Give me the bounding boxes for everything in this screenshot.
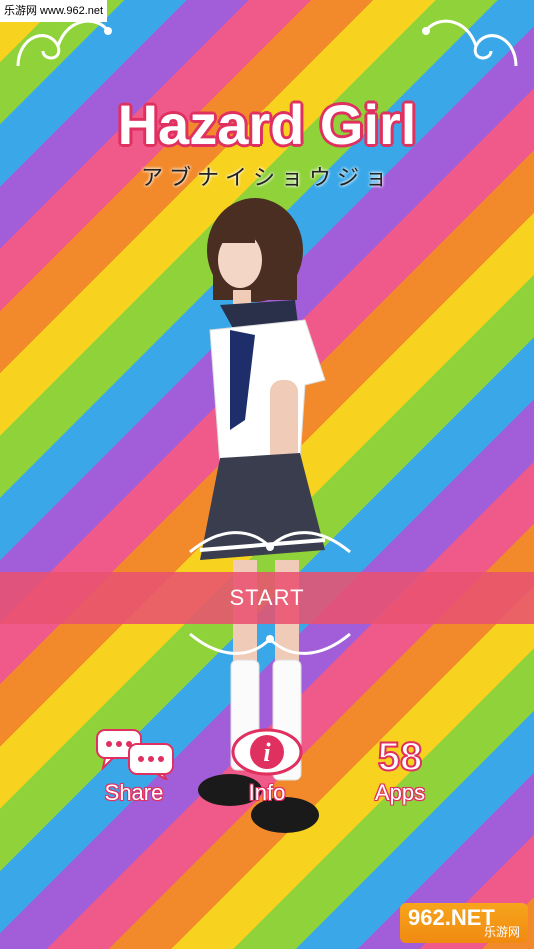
apps-58-icon: 58	[377, 734, 424, 780]
share-label: Share	[104, 780, 164, 805]
ornament-top-left-icon	[16, 19, 112, 67]
info-button[interactable]: i Info	[212, 728, 322, 808]
start-button[interactable]: START	[0, 572, 534, 624]
share-button[interactable]: Share	[79, 728, 189, 808]
svg-text:i: i	[263, 738, 271, 767]
ornament-top-right-icon	[422, 19, 518, 67]
ornament-above-start-icon	[189, 531, 351, 554]
svg-text:58: 58	[378, 735, 423, 779]
apps-label: Apps	[374, 780, 426, 805]
apps-button[interactable]: 58 Apps	[345, 728, 455, 808]
info-icon: i	[231, 728, 303, 776]
badge-main-text: 962.NET	[408, 905, 495, 930]
info-label: Info	[248, 780, 286, 805]
game-subtitle: アブナイショウジョ	[140, 165, 393, 190]
ornament-below-start-icon	[189, 632, 351, 655]
speech-bubbles-icon	[96, 729, 174, 780]
game-title: Hazard Girl	[117, 93, 417, 156]
badge-sub-text: 乐游网	[483, 925, 520, 939]
site-badge-watermark: 962.NET 乐游网	[400, 903, 528, 943]
